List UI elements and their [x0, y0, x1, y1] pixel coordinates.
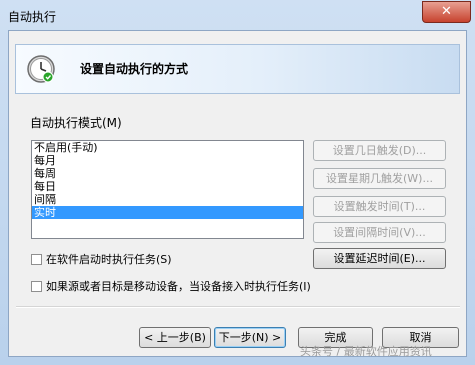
mode-listbox[interactable]: 不启用(手动) 每月 每周 每日 间隔 实时: [31, 140, 304, 239]
run-on-startup-checkbox[interactable]: 在软件启动时执行任务(S): [31, 251, 172, 267]
run-on-device-label: 如果源或者目标是移动设备，当设备接入时执行任务(I): [46, 280, 311, 293]
watermark: 头条号 / 最新软件应用资讯: [300, 345, 432, 358]
mode-label: 自动执行模式(M): [30, 116, 122, 130]
mode-option[interactable]: 每周: [32, 167, 303, 180]
footer-divider: [16, 306, 460, 308]
checkbox-box[interactable]: [31, 254, 42, 265]
mode-option[interactable]: 每月: [32, 154, 303, 167]
run-on-device-checkbox[interactable]: 如果源或者目标是移动设备，当设备接入时执行任务(I): [31, 278, 311, 294]
set-trigger-time-button[interactable]: 设置触发时间(T)...: [313, 196, 446, 217]
next-button[interactable]: 下一步(N) >: [214, 327, 286, 348]
back-button[interactable]: < 上一步(B): [139, 327, 211, 348]
close-icon: ✕: [441, 4, 452, 19]
set-delay-time-button[interactable]: 设置延迟时间(E)...: [313, 248, 446, 269]
title-bar: 自动执行 ✕: [0, 0, 475, 30]
checkbox-box[interactable]: [31, 281, 42, 292]
dialog-window: 自动执行 ✕ 设置自动执行的方式 自动执行模式(M) 不启用(手动) 每月 每周…: [0, 0, 475, 365]
mode-option[interactable]: 不启用(手动): [32, 141, 303, 154]
mode-option[interactable]: 每日: [32, 180, 303, 193]
set-monthly-day-button[interactable]: 设置几日触发(D)...: [313, 140, 446, 161]
header-title: 设置自动执行的方式: [80, 62, 189, 76]
mode-option[interactable]: 间隔: [32, 193, 303, 206]
window-title: 自动执行: [8, 10, 57, 24]
close-button[interactable]: ✕: [422, 1, 471, 23]
clock-icon: [27, 55, 55, 83]
mode-option-selected[interactable]: 实时: [32, 206, 303, 219]
run-on-startup-label: 在软件启动时执行任务(S): [46, 253, 172, 266]
set-weekday-button[interactable]: 设置星期几触发(W)...: [313, 168, 446, 189]
set-interval-time-button[interactable]: 设置间隔时间(V)...: [313, 222, 446, 243]
